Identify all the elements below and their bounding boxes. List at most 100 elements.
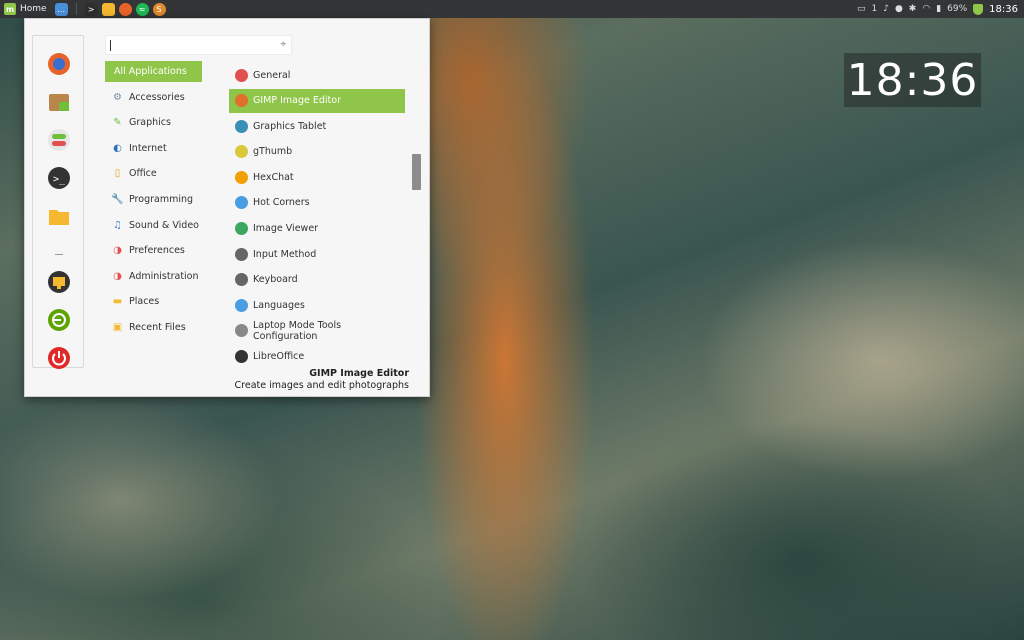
- category-label: Administration: [129, 270, 199, 282]
- firefox-icon[interactable]: [118, 2, 132, 16]
- image-viewer-icon: [235, 222, 248, 236]
- app-item-hot-corners[interactable]: Hot Corners: [229, 191, 405, 215]
- wifi-icon[interactable]: ◠: [922, 4, 930, 14]
- keyboard-icon: [235, 247, 248, 261]
- user-icon[interactable]: ●: [895, 4, 903, 14]
- app-label: Graphics Tablet: [253, 120, 327, 132]
- battery-icon[interactable]: ▮: [936, 4, 941, 14]
- wrench-icon: 🔧: [111, 193, 124, 205]
- app-label: Laptop Mode Tools Configuration: [253, 319, 342, 342]
- folder-icon[interactable]: [47, 204, 71, 228]
- folder-icon[interactable]: [101, 2, 115, 16]
- app-description-title: GIMP Image Editor: [309, 368, 409, 379]
- category-preferences[interactable]: ◑ Preferences: [105, 240, 202, 261]
- app-description-subtitle: Create images and edit photographs: [234, 380, 409, 391]
- logout-icon[interactable]: [47, 308, 71, 332]
- desktop-icon[interactable]: …: [54, 2, 68, 16]
- search-box[interactable]: ⌖: [105, 35, 292, 55]
- notifications-icon[interactable]: ▭: [857, 4, 866, 14]
- favorites-separator: [55, 254, 63, 255]
- app-label: GIMP Image Editor: [253, 95, 341, 107]
- category-programming[interactable]: 🔧 Programming: [105, 189, 202, 210]
- app-label: Languages: [253, 299, 305, 311]
- system-tray: ▭ 1 ♪ ● ✱ ◠ ▮ 69% 18:36: [857, 3, 1024, 15]
- category-administration[interactable]: ◑ Administration: [105, 266, 202, 287]
- category-list: All Applications ⚙ Accessories ✎ Graphics ◐ In…: [105, 61, 202, 343]
- app-list-scrollbar[interactable]: [411, 63, 421, 373]
- top-panel: m Home … > ≈ S ▭ 1 ♪ ● ✱ ◠ ▮ 69% 18:36: [0, 0, 1024, 18]
- scrollbar-thumb[interactable]: [412, 154, 421, 190]
- package-icon[interactable]: [47, 90, 71, 114]
- app-item-gthumb[interactable]: gThumb: [229, 140, 405, 164]
- app-item-keyboard[interactable]: Keyboard: [229, 268, 405, 292]
- category-office[interactable]: ▯ Office: [105, 163, 202, 184]
- bluetooth-icon[interactable]: ✱: [909, 4, 917, 14]
- firefox-icon[interactable]: [47, 52, 71, 76]
- menu-button[interactable]: m Home: [0, 0, 53, 18]
- app-label: Image Viewer: [253, 223, 319, 235]
- category-all-applications[interactable]: All Applications: [105, 61, 202, 82]
- panel-clock[interactable]: 18:36: [989, 4, 1018, 15]
- app-description: GIMP Image Editor Create images and edit…: [235, 368, 409, 391]
- app-item-languages[interactable]: Languages: [229, 293, 405, 317]
- search-input[interactable]: [106, 36, 271, 54]
- category-internet[interactable]: ◐ Internet: [105, 138, 202, 159]
- libreoffice-icon: [235, 350, 248, 364]
- terminal-icon[interactable]: >_: [47, 166, 71, 190]
- category-label: Office: [129, 168, 157, 180]
- folder-icon: ▬: [112, 296, 123, 308]
- music-note-icon: ♫: [113, 219, 122, 231]
- app-label: Keyboard: [253, 274, 298, 286]
- hexchat-icon: [235, 170, 248, 184]
- administration-icon: ◑: [113, 270, 122, 282]
- panel-separator: [75, 3, 77, 15]
- app-item-libreoffice[interactable]: LibreOffice: [229, 345, 405, 369]
- app-label: gThumb: [253, 146, 293, 158]
- category-label: Programming: [129, 193, 194, 205]
- category-places[interactable]: ▬ Places: [105, 291, 202, 312]
- app-label: Hot Corners: [253, 197, 310, 209]
- app-item-image-viewer[interactable]: Image Viewer: [229, 217, 405, 241]
- app-item-graphics-tablet[interactable]: Graphics Tablet: [229, 114, 405, 138]
- app-item-input-method[interactable]: Input Method: [229, 242, 405, 266]
- app-item-hexchat[interactable]: HexChat: [229, 165, 405, 189]
- category-sound-video[interactable]: ♫ Sound & Video: [105, 215, 202, 236]
- update-shield-icon[interactable]: [973, 3, 984, 15]
- category-label: Graphics: [129, 117, 171, 129]
- category-label: Accessories: [129, 91, 185, 103]
- battery-percent: 69%: [947, 4, 968, 14]
- toggle-settings-icon[interactable]: [47, 128, 71, 152]
- internet-icon: ◐: [113, 142, 122, 154]
- mint-logo-icon: m: [4, 3, 16, 15]
- app-label: General: [253, 69, 291, 81]
- app-label: Input Method: [253, 248, 317, 260]
- tablet-icon: [235, 119, 248, 133]
- category-accessories[interactable]: ⚙ Accessories: [105, 87, 202, 108]
- search-icon[interactable]: ⌖: [280, 39, 286, 50]
- application-menu: >_ ⌖ All Applications ⚙ Accessories ✎ Graphi…: [24, 18, 430, 397]
- category-recent-files[interactable]: ▣ Recent Files: [105, 317, 202, 338]
- app-item-general[interactable]: General: [229, 63, 405, 87]
- application-list: General GIMP Image Editor Graphics Tablet g…: [229, 63, 405, 373]
- lock-screen-icon[interactable]: [47, 270, 71, 294]
- general-settings-icon: [235, 68, 248, 82]
- sound-icon[interactable]: ♪: [883, 4, 889, 14]
- app-item-laptop-mode-tools-configuration[interactable]: Laptop Mode Tools Configuration: [229, 319, 405, 343]
- keyboard-icon: [235, 273, 248, 287]
- preferences-icon: ◑: [113, 245, 122, 257]
- app-label: LibreOffice: [253, 351, 305, 363]
- office-icon: ▯: [114, 168, 121, 180]
- spotify-icon[interactable]: ≈: [135, 2, 149, 16]
- favorites-sidebar: >_: [32, 35, 84, 370]
- desktop-clock-desklet: 18:36: [844, 53, 981, 107]
- terminal-icon[interactable]: >: [84, 2, 98, 16]
- gimp-icon: [235, 94, 248, 108]
- sublime-icon[interactable]: S: [152, 2, 166, 16]
- hot-corners-icon: [235, 196, 248, 210]
- menu-label: Home: [20, 4, 47, 14]
- accessories-icon: ⚙: [113, 91, 122, 103]
- category-graphics[interactable]: ✎ Graphics: [105, 112, 202, 133]
- power-icon[interactable]: [47, 346, 71, 370]
- gthumb-icon: [235, 145, 248, 159]
- app-item-gimp-image-editor[interactable]: GIMP Image Editor: [229, 88, 405, 113]
